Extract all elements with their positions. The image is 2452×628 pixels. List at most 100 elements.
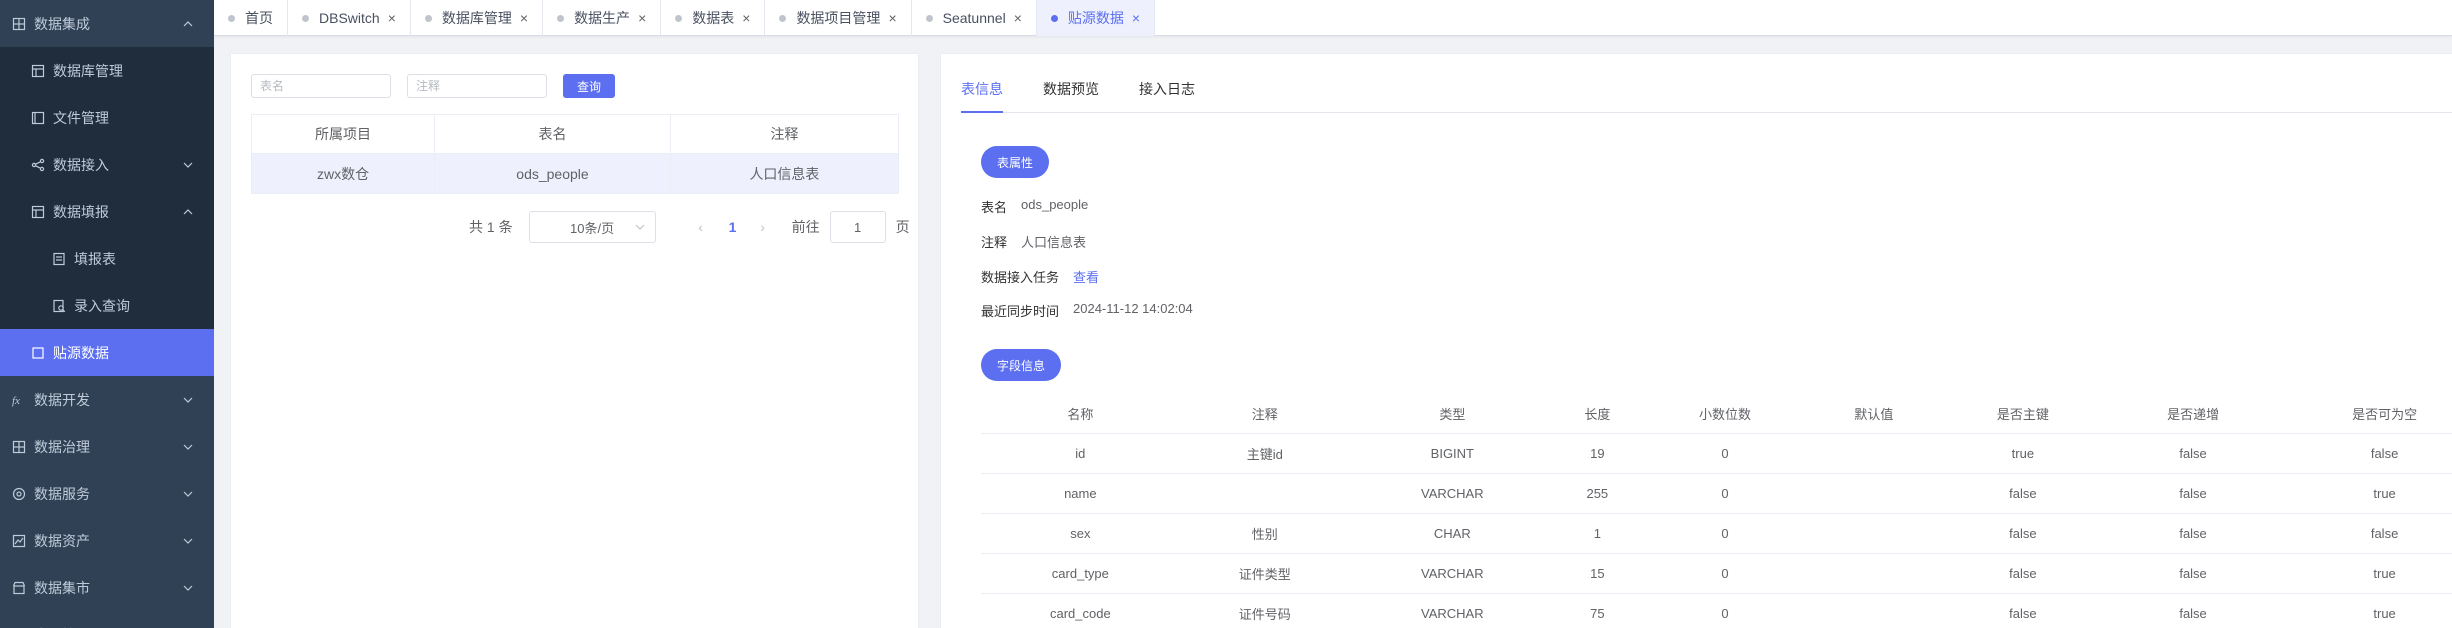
sidebar-item[interactable]: 数据库管理 xyxy=(0,47,214,94)
table-cell: CHAR xyxy=(1349,513,1555,554)
sidebar-item[interactable]: 录入查询 xyxy=(0,282,214,329)
tab-item[interactable]: Seatunnel × xyxy=(912,0,1037,36)
table-cell: true xyxy=(2278,593,2452,628)
tab-dot-icon xyxy=(1050,14,1058,22)
tab-table-info[interactable]: 表信息 xyxy=(961,79,1003,113)
sidebar-item[interactable]: 数据接入 xyxy=(0,141,214,188)
table-icon xyxy=(31,64,45,78)
table-cell: 255 xyxy=(1554,473,1640,514)
tab-item[interactable]: 数据生产 × xyxy=(543,0,662,36)
tab-item[interactable]: 贴源数据 × xyxy=(1036,0,1156,36)
detail-tabs: 表信息 数据预览 接入日志 xyxy=(961,54,2452,113)
grid-icon xyxy=(12,17,26,31)
prev-page-button[interactable]: ‹ xyxy=(686,219,716,235)
sidebar-item[interactable]: fx 数据开发 xyxy=(0,376,214,423)
store-icon xyxy=(12,581,26,595)
sidebar-item[interactable]: 应用管理 xyxy=(0,611,214,628)
table-row[interactable]: name VARCHAR 255 0 false false true xyxy=(981,473,2452,514)
sidebar-item[interactable]: 数据治理 xyxy=(0,423,214,470)
fx-icon: fx xyxy=(12,393,26,407)
close-icon[interactable]: × xyxy=(742,10,750,26)
file-icon xyxy=(31,111,45,125)
table-detail-panel: 表信息 数据预览 接入日志 表属性 表名 ods_people 注释 人口信息表… xyxy=(940,53,2452,628)
table-row[interactable]: card_type 证件类型 VARCHAR 15 0 false false true xyxy=(981,553,2452,594)
sidebar-item[interactable]: 填报表 xyxy=(0,235,214,282)
tab-label: DBSwitch xyxy=(319,10,380,26)
tab-item[interactable]: 数据库管理 × xyxy=(411,0,544,36)
sidebar-item[interactable]: 贴源数据 xyxy=(0,329,214,376)
table-cell: true xyxy=(1937,433,2108,474)
table-icon xyxy=(31,205,45,219)
close-icon[interactable]: × xyxy=(388,10,396,26)
tab-data-preview[interactable]: 数据预览 xyxy=(1043,79,1099,112)
table-cell: 15 xyxy=(1554,553,1640,594)
sidebar-item[interactable]: 数据服务 xyxy=(0,470,214,517)
table-row[interactable]: zwx数仓 ods_people 人口信息表 xyxy=(250,153,900,194)
page-number[interactable]: 1 xyxy=(718,219,748,235)
table-row[interactable]: card_code 证件号码 VARCHAR 75 0 false false true xyxy=(981,593,2452,628)
close-icon[interactable]: × xyxy=(638,10,646,26)
view-task-link[interactable]: 查看 xyxy=(1073,267,1099,286)
table-props-badge: 表属性 xyxy=(981,146,1050,178)
sidebar-item[interactable]: 数据集成 xyxy=(0,0,214,47)
sidebar-item[interactable]: 文件管理 xyxy=(0,94,214,141)
table-cell: card_code xyxy=(981,593,1180,628)
prop-key: 注释 xyxy=(981,235,1008,250)
query-button[interactable]: 查询 xyxy=(563,74,616,98)
page-unit: 页 xyxy=(895,219,910,235)
next-page-button[interactable]: › xyxy=(748,219,778,235)
table-cell: 0 xyxy=(1639,553,1811,594)
prop-key: 表名 xyxy=(981,200,1008,215)
chevron-down-icon xyxy=(635,224,645,230)
close-icon[interactable]: × xyxy=(520,10,528,26)
table-cell: VARCHAR xyxy=(1349,553,1555,594)
tab-ingest-log[interactable]: 接入日志 xyxy=(1139,79,1195,112)
search-doc-icon xyxy=(52,299,66,313)
sidebar-item-label: 数据接入 xyxy=(53,156,109,173)
prop-value: 人口信息表 xyxy=(1021,235,1087,250)
close-icon[interactable]: × xyxy=(888,10,896,26)
table-header-row: 所属项目 表名 注释 xyxy=(250,114,900,154)
column-header: 是否递增 xyxy=(2107,394,2279,434)
close-icon[interactable]: × xyxy=(1132,10,1140,26)
comment-input[interactable] xyxy=(407,74,547,98)
table-row[interactable]: sex 性别 CHAR 1 0 false false false xyxy=(981,513,2452,554)
prop-value: ods_people xyxy=(1021,197,1089,212)
sidebar-item-label: 数据集市 xyxy=(34,579,90,596)
prop-table-name: 表名 ods_people xyxy=(981,197,1088,216)
table-cell: VARCHAR xyxy=(1349,473,1555,514)
tab-item[interactable]: 数据表 × xyxy=(661,0,766,36)
sidebar-item-label: 数据集成 xyxy=(34,15,90,32)
column-header: 名称 xyxy=(981,394,1180,434)
goto-page-input[interactable] xyxy=(829,211,886,243)
sidebar-item[interactable]: 数据填报 xyxy=(0,188,214,235)
table-name-input[interactable] xyxy=(251,74,391,98)
sidebar-item[interactable]: 数据集市 xyxy=(0,564,214,611)
table-cell xyxy=(1810,593,1938,628)
tab-label: 首页 xyxy=(245,10,273,26)
tab-dot-icon xyxy=(228,14,235,22)
column-header: 注释 xyxy=(669,114,900,154)
fields-header-row: 名称 注释 类型 长度 小数位数 默认值 是否主键 是否递增 是否可为空 xyxy=(981,394,2452,434)
table-cell xyxy=(1810,553,1938,594)
sidebar-item-label: 应用管理 xyxy=(34,625,90,628)
prop-key: 数据接入任务 xyxy=(981,270,1060,285)
table-cell: VARCHAR xyxy=(1349,593,1555,628)
svg-text:fx: fx xyxy=(12,395,20,407)
tab-dot-icon xyxy=(302,14,309,22)
sidebar-item-label: 数据治理 xyxy=(34,438,90,455)
sidebar-item-label: 数据服务 xyxy=(34,485,90,502)
sidebar-item[interactable]: 数据资产 xyxy=(0,517,214,564)
prop-key: 最近同步时间 xyxy=(981,304,1060,319)
page-size-select[interactable]: 10条/页 xyxy=(528,211,656,243)
tab-item[interactable]: DBSwitch × xyxy=(288,0,411,36)
tab-item[interactable]: 数据项目管理 × xyxy=(765,0,912,36)
close-icon[interactable]: × xyxy=(1014,10,1022,26)
tab-item[interactable]: 首页 xyxy=(214,0,288,36)
table-row[interactable]: id 主键id BIGINT 19 0 true false false xyxy=(981,433,2452,474)
sidebar-item-label: 录入查询 xyxy=(74,297,130,314)
sidebar-item-label: 文件管理 xyxy=(53,109,109,126)
table-cell: 证件类型 xyxy=(1179,553,1350,594)
table-cell: false xyxy=(2107,553,2279,594)
table-cell: 0 xyxy=(1639,513,1811,554)
